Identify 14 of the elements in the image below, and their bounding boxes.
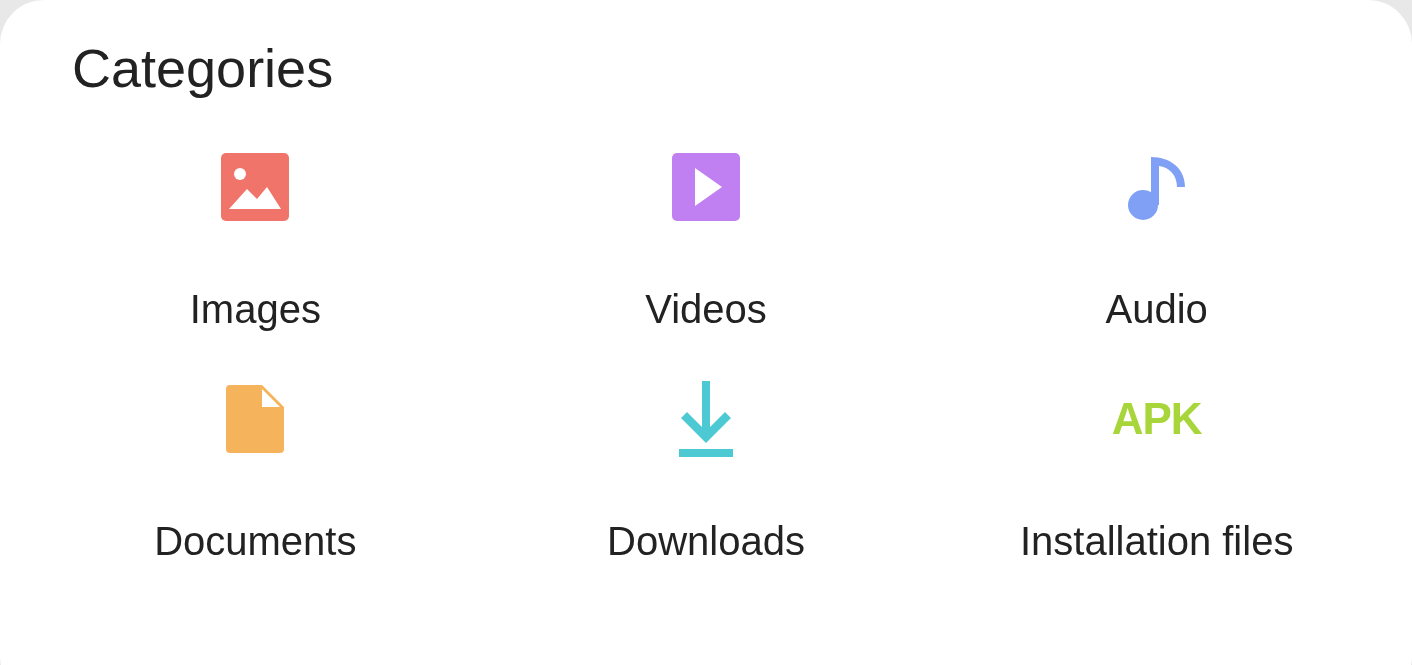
category-label: Installation files — [1019, 518, 1294, 563]
apk-icon: APK — [1111, 396, 1202, 441]
category-item[interactable]: Images — [30, 146, 481, 331]
category-label: Documents — [154, 518, 357, 563]
category-item[interactable]: Downloads — [480, 378, 932, 563]
category-label: Images — [189, 286, 321, 331]
category-item[interactable]: APK Installation files — [931, 378, 1382, 563]
category-item[interactable]: Audio — [931, 146, 1382, 331]
category-item[interactable]: Documents — [30, 378, 481, 563]
category-label: Audio — [1105, 286, 1208, 331]
category-label: Downloads — [607, 518, 805, 563]
section-title: Categories — [72, 37, 335, 100]
category-item[interactable]: Videos — [480, 146, 932, 331]
category-label: Videos — [645, 286, 767, 331]
